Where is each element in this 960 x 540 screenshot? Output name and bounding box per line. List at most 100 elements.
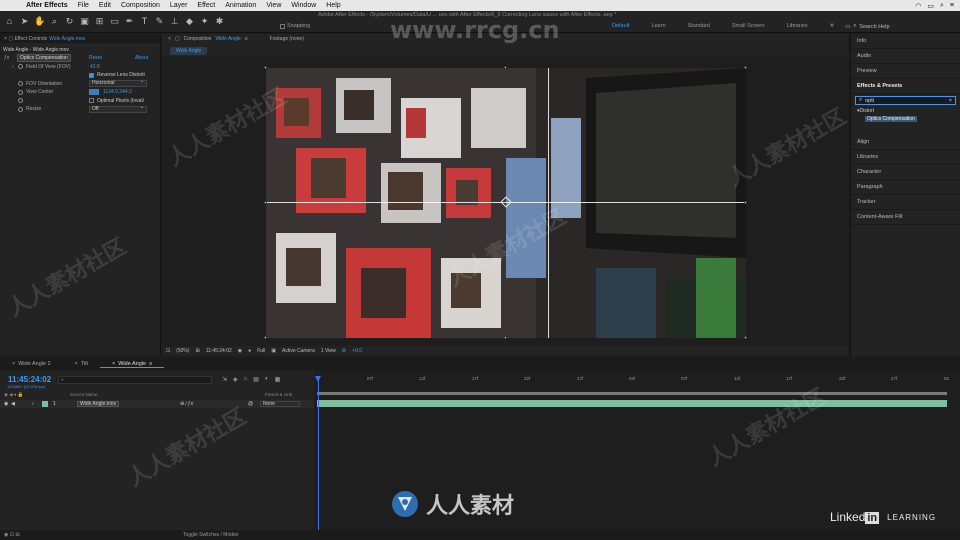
parent-link-header[interactable]: Parent & Link bbox=[265, 392, 292, 397]
menu-view[interactable]: View bbox=[266, 2, 281, 9]
effects-search-input[interactable]: ⌕ opti × bbox=[855, 96, 956, 105]
timeline-tab-tilt[interactable]: × Tilt bbox=[63, 361, 100, 367]
time-ruler[interactable]: 07f 12f 17f 22f 27f 02f 07f 12f 17f 22f … bbox=[315, 376, 960, 388]
lock-icon[interactable]: ▢ bbox=[175, 36, 180, 42]
menu-animation[interactable]: Animation bbox=[225, 2, 256, 9]
camera-tool-icon[interactable]: ▣ bbox=[79, 16, 90, 27]
reset-link[interactable]: Reset bbox=[89, 55, 102, 61]
stopwatch-icon[interactable] bbox=[18, 106, 23, 112]
panel-menu-icon[interactable]: ≡ bbox=[245, 36, 248, 42]
menu-help[interactable]: Help bbox=[326, 2, 340, 9]
selection-tool-icon[interactable]: ➤ bbox=[19, 16, 30, 27]
parent-pickwhip-icon[interactable]: @ bbox=[248, 401, 253, 407]
close-icon[interactable]: × bbox=[168, 36, 171, 42]
camera-dropdown[interactable]: Active Camera bbox=[282, 348, 315, 354]
current-time[interactable]: 11:45:24:02 bbox=[206, 348, 232, 354]
magnification-dropdown[interactable]: (50%) bbox=[176, 348, 189, 354]
playhead-line[interactable] bbox=[318, 376, 319, 530]
lock-icon[interactable]: ▢ bbox=[8, 36, 13, 42]
zoom-tool-icon[interactable]: ⌕ bbox=[49, 16, 60, 27]
transform-handle[interactable] bbox=[264, 201, 267, 204]
source-name-header[interactable]: Source Name bbox=[70, 392, 98, 397]
transform-handle[interactable] bbox=[504, 66, 507, 69]
effect-controls-tab[interactable]: × ▢ Effect Controls Wide Angle.mov bbox=[0, 34, 160, 43]
expand-arrow-icon[interactable]: › bbox=[12, 64, 14, 70]
shy-icon[interactable]: ⌂ bbox=[244, 376, 248, 383]
panel-effects-presets[interactable]: Effects & Presets bbox=[851, 79, 960, 94]
transform-handle[interactable] bbox=[744, 201, 747, 204]
stopwatch-icon[interactable] bbox=[18, 64, 23, 70]
fx-icon[interactable]: ƒx bbox=[4, 55, 9, 61]
control-center-icon[interactable]: ≡ bbox=[950, 2, 954, 10]
expand-arrow-icon[interactable]: › bbox=[32, 401, 34, 407]
layer-duration-bar[interactable] bbox=[317, 400, 947, 407]
about-link[interactable]: About bbox=[135, 55, 148, 61]
wifi-icon[interactable]: ◠ bbox=[915, 2, 921, 10]
panel-paragraph[interactable]: Paragraph bbox=[851, 180, 960, 195]
menu-app[interactable]: After Effects bbox=[26, 2, 68, 9]
workspace-default[interactable]: Default bbox=[612, 23, 629, 29]
menu-file[interactable]: File bbox=[78, 2, 89, 9]
panel-tracker[interactable]: Tracker bbox=[851, 195, 960, 210]
reverse-distortion-checkbox[interactable] bbox=[89, 72, 94, 78]
transform-handle[interactable] bbox=[744, 336, 747, 339]
visibility-icon[interactable]: ◉ bbox=[4, 401, 8, 407]
close-icon[interactable]: × bbox=[4, 36, 7, 42]
graph-editor-icon[interactable]: ▦ bbox=[275, 376, 281, 383]
footage-tab[interactable]: Footage (none) bbox=[270, 36, 304, 42]
menu-layer[interactable]: Layer bbox=[170, 2, 188, 9]
fov-orientation-dropdown[interactable]: Horizontal bbox=[89, 79, 147, 88]
snapping-checkbox[interactable] bbox=[280, 23, 285, 29]
close-icon[interactable]: × bbox=[75, 361, 78, 367]
stopwatch-icon[interactable] bbox=[18, 81, 23, 87]
audio-icon[interactable]: ◀ bbox=[11, 401, 15, 407]
puppet-tool-icon[interactable]: ✱ bbox=[214, 16, 225, 27]
timeline-current-time[interactable]: 11:45:24:02 bbox=[8, 375, 51, 384]
resolution-dropdown[interactable]: Full bbox=[257, 348, 265, 354]
snapping-toggle[interactable]: Snapping bbox=[280, 23, 310, 29]
composition-flowchart-icon[interactable]: ⇲ bbox=[222, 376, 227, 383]
roto-brush-tool-icon[interactable]: ✦ bbox=[199, 16, 210, 27]
view-layout-dropdown[interactable]: 1 View bbox=[321, 348, 336, 354]
pen-tool-icon[interactable]: ✒ bbox=[124, 16, 135, 27]
panel-info[interactable]: Info bbox=[851, 34, 960, 49]
optimal-pixels-checkbox[interactable] bbox=[89, 98, 94, 104]
transform-handle[interactable] bbox=[744, 66, 747, 69]
always-preview-icon[interactable]: ⊡ bbox=[166, 348, 170, 354]
stopwatch-icon[interactable] bbox=[18, 89, 23, 95]
brush-tool-icon[interactable]: ✎ bbox=[154, 16, 165, 27]
transform-handle[interactable] bbox=[264, 336, 267, 339]
pan-behind-tool-icon[interactable]: ⊞ bbox=[94, 16, 105, 27]
close-icon[interactable]: × bbox=[12, 361, 15, 367]
battery-icon[interactable]: ▭ bbox=[927, 2, 934, 10]
workspace-libraries[interactable]: Libraries bbox=[787, 23, 808, 29]
fast-previews-icon[interactable]: ⚙ bbox=[342, 348, 346, 354]
frame-blending-icon[interactable]: ▤ bbox=[253, 376, 259, 383]
menu-composition[interactable]: Composition bbox=[121, 2, 160, 9]
effects-result-item[interactable]: Optics Compensation bbox=[851, 115, 960, 123]
timeline-layer-row[interactable]: ◉ ◀ › 1 Wide Angle.mov ⊕ ∕ ƒx @ None bbox=[0, 400, 314, 408]
transform-handle[interactable] bbox=[504, 336, 507, 339]
panel-character[interactable]: Character bbox=[851, 165, 960, 180]
prop-fov-value[interactable]: 41.8 bbox=[90, 64, 100, 70]
layer-name[interactable]: Wide Angle.mov bbox=[77, 401, 120, 407]
menu-window[interactable]: Window bbox=[291, 2, 316, 9]
home-icon[interactable]: ⌂ bbox=[4, 16, 15, 27]
panel-libraries[interactable]: Libraries bbox=[851, 150, 960, 165]
menu-effect[interactable]: Effect bbox=[197, 2, 215, 9]
grid-icon[interactable]: ⊞ bbox=[196, 348, 200, 354]
rectangle-tool-icon[interactable]: ▭ bbox=[109, 16, 120, 27]
composition-tab-label[interactable]: Composition bbox=[184, 36, 212, 42]
composition-tab-name[interactable]: Wide Angle bbox=[215, 36, 240, 42]
clear-search-icon[interactable]: × bbox=[949, 98, 952, 104]
eraser-tool-icon[interactable]: ◆ bbox=[184, 16, 195, 27]
view-center-target-icon[interactable] bbox=[89, 89, 99, 96]
menu-edit[interactable]: Edit bbox=[99, 2, 111, 9]
draft-3d-icon[interactable]: ◈ bbox=[233, 376, 238, 383]
timeline-search-input[interactable]: ⌕ bbox=[58, 376, 212, 384]
panel-menu-icon[interactable]: ≡ bbox=[149, 361, 152, 367]
workspace-standard[interactable]: Standard bbox=[688, 23, 710, 29]
rotate-tool-icon[interactable]: ↻ bbox=[64, 16, 75, 27]
region-of-interest-icon[interactable]: ▣ bbox=[271, 348, 276, 354]
effects-category-distort[interactable]: ▾ Distort bbox=[851, 107, 960, 115]
